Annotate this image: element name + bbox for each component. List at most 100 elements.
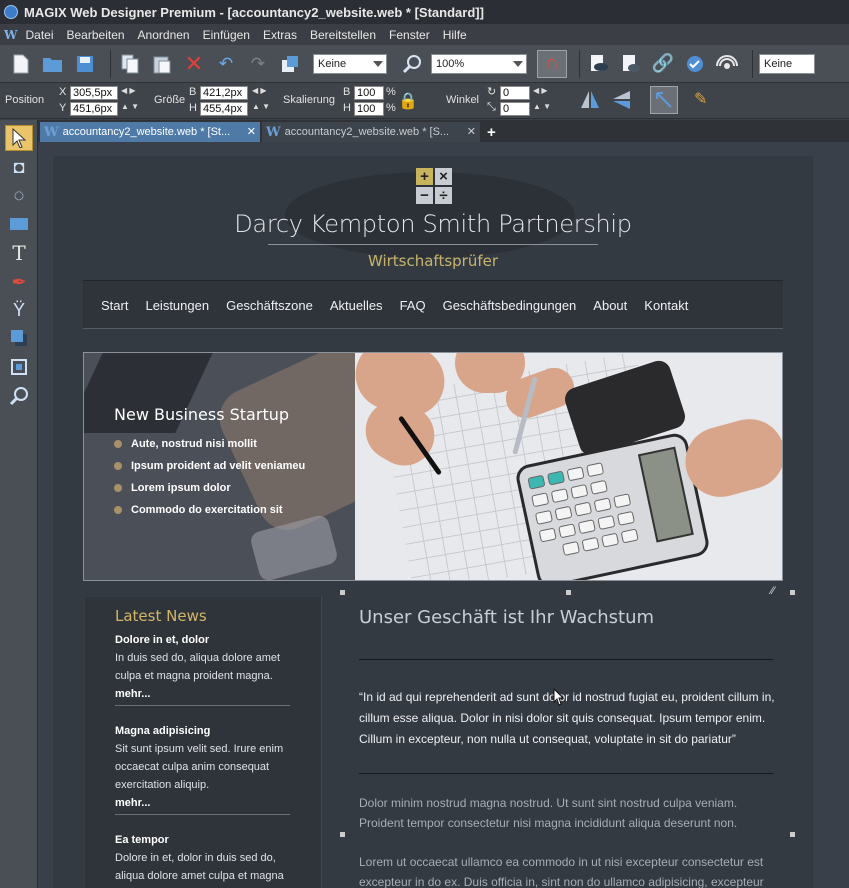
copy-icon[interactable]: [117, 51, 143, 77]
zoom-combo-value: 100%: [436, 57, 465, 70]
outline-combo[interactable]: Keine: [759, 53, 815, 74]
site-subtitle[interactable]: Wirtschaftsprüfer: [53, 252, 813, 270]
hero-banner[interactable]: New Business Startup Aute, nostrud nisi …: [83, 352, 783, 581]
fill-combo[interactable]: Keine: [313, 53, 387, 74]
height-field[interactable]: 455,4px: [200, 102, 248, 116]
zoom-combo[interactable]: 100%: [431, 53, 527, 74]
undo-icon[interactable]: ↶: [213, 51, 239, 77]
page-preview-icon[interactable]: [618, 51, 644, 77]
nav-faq[interactable]: FAQ: [400, 298, 426, 313]
web-check-icon[interactable]: [682, 51, 708, 77]
selection-handle[interactable]: [790, 590, 795, 595]
selection-handle[interactable]: [340, 590, 345, 595]
redo-icon[interactable]: ↷: [245, 51, 271, 77]
site-title[interactable]: Darcy Kempton Smith Partnership: [53, 210, 813, 238]
nav-leistungen[interactable]: Leistungen: [145, 298, 209, 313]
selection-handle[interactable]: [790, 832, 795, 837]
scale-height-field[interactable]: 100: [354, 102, 384, 116]
angle-stepper-1[interactable]: ◀ ▶: [533, 86, 548, 95]
angle-field-1[interactable]: 0: [500, 86, 530, 100]
logo-times: ×: [435, 168, 452, 185]
flip-horizontal-icon[interactable]: [578, 88, 602, 115]
close-icon[interactable]: ✕: [467, 125, 476, 138]
design-canvas[interactable]: + × − ÷ Darcy Kempton Smith Partnership …: [38, 142, 849, 888]
new-document-icon[interactable]: [8, 51, 34, 77]
angle-label: Winkel: [446, 94, 480, 106]
content-divider: [359, 773, 773, 774]
logo-plus: +: [416, 168, 433, 185]
zoom-tool-icon[interactable]: [5, 383, 33, 409]
save-icon[interactable]: [72, 51, 98, 77]
menu-fenster[interactable]: Fenster: [389, 28, 430, 42]
mouse-cursor-icon: [553, 687, 565, 709]
selection-handle[interactable]: [340, 832, 345, 837]
news-title: Magna adipisicing: [115, 725, 211, 737]
preview-icon[interactable]: [586, 51, 612, 77]
tag-icon[interactable]: ✎: [694, 89, 707, 109]
menu-datei[interactable]: Datei: [25, 28, 53, 42]
y-position-field[interactable]: 451,6px: [70, 102, 118, 116]
open-folder-icon[interactable]: [40, 51, 66, 77]
tab-document-1[interactable]: W accountancy2_website.web * [St... ✕: [40, 122, 260, 142]
news-sidebar[interactable]: Latest News Dolore in et, dolor In duis …: [85, 597, 322, 888]
nav-geschaeftsbedingungen[interactable]: Geschäftsbedingungen: [443, 298, 577, 313]
width-stepper[interactable]: ◀ ▶: [252, 86, 267, 95]
nav-start[interactable]: Start: [101, 298, 128, 313]
resize-grip-icon[interactable]: ⁄⁄: [771, 585, 775, 597]
news-more-link[interactable]: mehr...: [115, 685, 295, 703]
selector-tool-icon[interactable]: [5, 125, 33, 151]
calculator-key: [566, 466, 585, 482]
close-icon[interactable]: ✕: [247, 125, 256, 138]
link-icon[interactable]: 🔗: [650, 51, 676, 77]
fill-tool-icon[interactable]: ✒: [5, 269, 33, 295]
window-title: MAGIX Web Designer Premium - [accountanc…: [24, 4, 484, 20]
calculator-key: [616, 510, 636, 526]
y-stepper[interactable]: ▲ ▼: [121, 102, 139, 111]
news-more-link[interactable]: mehr...: [115, 794, 295, 812]
flip-vertical-icon[interactable]: [610, 88, 634, 115]
toolbar-separator: [752, 49, 753, 78]
magnet-icon[interactable]: ∩: [537, 49, 567, 78]
website-page[interactable]: + × − ÷ Darcy Kempton Smith Partnership …: [53, 156, 813, 888]
arrange-icon[interactable]: [277, 51, 303, 77]
menu-bearbeiten[interactable]: Bearbeiten: [67, 28, 125, 42]
menu-einfuegen[interactable]: Einfügen: [203, 28, 250, 42]
angle-field-2[interactable]: 0: [500, 102, 530, 116]
tab-document-2[interactable]: W accountancy2_website.web * [S... ✕: [262, 122, 480, 142]
menu-anordnen[interactable]: Anordnen: [138, 28, 190, 42]
text-tool-icon[interactable]: T: [5, 240, 33, 266]
publish-icon[interactable]: [714, 51, 740, 77]
lock-aspect-icon[interactable]: 🔒: [398, 91, 418, 111]
camera-tool-icon[interactable]: ◘: [5, 154, 33, 180]
width-field[interactable]: 421,2px: [200, 86, 248, 100]
shadow-tool-icon[interactable]: [5, 325, 33, 351]
menu-bereitstellen[interactable]: Bereitstellen: [310, 28, 376, 42]
transparency-tool-icon[interactable]: Ÿ: [5, 297, 33, 323]
nav-geschaeftszone[interactable]: Geschäftszone: [226, 298, 313, 313]
menu-hilfe[interactable]: Hilfe: [443, 28, 467, 42]
calculator-key: [586, 462, 605, 478]
nav-aktuelles[interactable]: Aktuelles: [330, 298, 383, 313]
angle-stepper-2[interactable]: ▲ ▼: [533, 102, 551, 111]
menu-extras[interactable]: Extras: [263, 28, 297, 42]
x-position-field[interactable]: 305,5px: [70, 86, 118, 100]
paste-icon[interactable]: [149, 51, 175, 77]
crop-tool-icon[interactable]: [5, 354, 33, 380]
shape-editor-tool-icon[interactable]: ◌: [5, 182, 33, 208]
transform-tool-icon[interactable]: [650, 86, 678, 114]
scale-width-field[interactable]: 100: [354, 86, 384, 100]
hero-bullet: Lorem ipsum dolor: [114, 477, 305, 499]
calculator-key: [538, 527, 557, 543]
hero-shape: [248, 513, 340, 580]
zoom-icon[interactable]: [399, 51, 425, 77]
x-stepper[interactable]: ◀ ▶: [121, 86, 136, 95]
nav-kontakt[interactable]: Kontakt: [644, 298, 688, 313]
rectangle-tool-icon[interactable]: [5, 211, 33, 237]
calculator-key: [581, 536, 600, 552]
selection-handle[interactable]: [566, 590, 571, 595]
nav-about[interactable]: About: [593, 298, 627, 313]
new-tab-plus-icon[interactable]: +: [483, 122, 503, 142]
height-stepper[interactable]: ▲ ▼: [252, 102, 270, 111]
content-paragraph-1: Dolor minim nostrud magna nostrud. Ut su…: [359, 796, 738, 830]
delete-icon[interactable]: ✕: [181, 51, 207, 77]
